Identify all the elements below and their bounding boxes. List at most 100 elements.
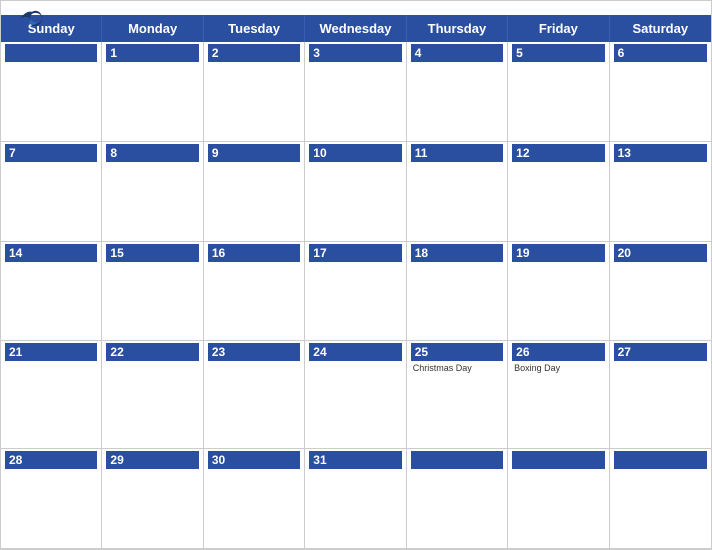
day-number bbox=[614, 460, 622, 464]
day-number: 27 bbox=[614, 343, 635, 361]
day-number-row: 7 bbox=[5, 144, 97, 162]
day-headers-row: SundayMondayTuesdayWednesdayThursdayFrid… bbox=[1, 15, 711, 42]
day-cell: 28 bbox=[1, 449, 102, 549]
day-number: 25 bbox=[411, 343, 432, 361]
day-cell: 30 bbox=[204, 449, 305, 549]
calendar: SundayMondayTuesdayWednesdayThursdayFrid… bbox=[0, 0, 712, 550]
holiday-name: Christmas Day bbox=[411, 363, 472, 373]
day-number-row: 20 bbox=[614, 244, 707, 262]
day-number: 15 bbox=[106, 244, 127, 262]
day-number-row: 22 bbox=[106, 343, 198, 361]
day-header-tuesday: Tuesday bbox=[204, 15, 305, 42]
day-cell: 5 bbox=[508, 42, 609, 142]
day-number-row: 30 bbox=[208, 451, 300, 469]
day-header-saturday: Saturday bbox=[610, 15, 711, 42]
day-number-row bbox=[5, 44, 97, 62]
day-cell: 20 bbox=[610, 242, 711, 342]
day-number-row: 11 bbox=[411, 144, 503, 162]
day-number-row bbox=[614, 451, 707, 469]
day-number: 23 bbox=[208, 343, 229, 361]
day-number bbox=[5, 53, 13, 57]
logo-area bbox=[17, 9, 51, 29]
day-number bbox=[512, 460, 520, 464]
day-number-row: 16 bbox=[208, 244, 300, 262]
day-number-row: 13 bbox=[614, 144, 707, 162]
day-number: 6 bbox=[614, 44, 629, 62]
holiday-name: Boxing Day bbox=[512, 363, 560, 373]
day-number: 12 bbox=[512, 144, 533, 162]
day-number: 22 bbox=[106, 343, 127, 361]
day-cell bbox=[610, 449, 711, 549]
day-number-row: 1 bbox=[106, 44, 198, 62]
day-cell: 7 bbox=[1, 142, 102, 242]
day-header-monday: Monday bbox=[102, 15, 203, 42]
day-number: 17 bbox=[309, 244, 330, 262]
day-number: 2 bbox=[208, 44, 223, 62]
day-cell: 13 bbox=[610, 142, 711, 242]
day-cell: 19 bbox=[508, 242, 609, 342]
day-cell: 25 Christmas Day bbox=[407, 341, 508, 449]
day-cell: 8 bbox=[102, 142, 203, 242]
day-cell: 6 bbox=[610, 42, 711, 142]
day-number: 24 bbox=[309, 343, 330, 361]
day-number: 16 bbox=[208, 244, 229, 262]
day-number-row: 2 bbox=[208, 44, 300, 62]
calendar-grid: 1234567891011121314151617181920212223242… bbox=[1, 42, 711, 549]
day-cell: 11 bbox=[407, 142, 508, 242]
day-cell: 18 bbox=[407, 242, 508, 342]
day-number: 3 bbox=[309, 44, 324, 62]
day-number-row: 21 bbox=[5, 343, 97, 361]
day-cell: 12 bbox=[508, 142, 609, 242]
day-cell: 21 bbox=[1, 341, 102, 449]
day-number-row: 4 bbox=[411, 44, 503, 62]
day-cell: 10 bbox=[305, 142, 406, 242]
day-number: 11 bbox=[411, 144, 432, 162]
day-number: 14 bbox=[5, 244, 26, 262]
day-cell: 27 bbox=[610, 341, 711, 449]
day-number-row: 3 bbox=[309, 44, 401, 62]
day-cell: 9 bbox=[204, 142, 305, 242]
day-number: 18 bbox=[411, 244, 432, 262]
day-number-row: 15 bbox=[106, 244, 198, 262]
day-number-row: 5 bbox=[512, 44, 604, 62]
day-header-thursday: Thursday bbox=[407, 15, 508, 42]
day-cell: 1 bbox=[102, 42, 203, 142]
day-number: 21 bbox=[5, 343, 26, 361]
day-number: 31 bbox=[309, 451, 330, 469]
day-cell: 29 bbox=[102, 449, 203, 549]
day-cell: 3 bbox=[305, 42, 406, 142]
day-number: 29 bbox=[106, 451, 127, 469]
day-number: 9 bbox=[208, 144, 223, 162]
day-number: 13 bbox=[614, 144, 635, 162]
day-cell: 22 bbox=[102, 341, 203, 449]
day-number-row: 8 bbox=[106, 144, 198, 162]
day-cell: 2 bbox=[204, 42, 305, 142]
day-number: 26 bbox=[512, 343, 533, 361]
day-number-row: 29 bbox=[106, 451, 198, 469]
day-number-row: 19 bbox=[512, 244, 604, 262]
day-number: 5 bbox=[512, 44, 527, 62]
day-number-row: 18 bbox=[411, 244, 503, 262]
day-number: 1 bbox=[106, 44, 121, 62]
day-number: 4 bbox=[411, 44, 426, 62]
day-number-row bbox=[512, 451, 604, 469]
day-number: 10 bbox=[309, 144, 330, 162]
day-number: 28 bbox=[5, 451, 26, 469]
day-cell: 31 bbox=[305, 449, 406, 549]
day-number-row: 6 bbox=[614, 44, 707, 62]
day-number: 7 bbox=[5, 144, 20, 162]
day-cell: 4 bbox=[407, 42, 508, 142]
day-number-row: 9 bbox=[208, 144, 300, 162]
day-number-row: 24 bbox=[309, 343, 401, 361]
day-cell: 24 bbox=[305, 341, 406, 449]
day-number-row: 27 bbox=[614, 343, 707, 361]
day-number-row: 28 bbox=[5, 451, 97, 469]
day-number: 30 bbox=[208, 451, 229, 469]
day-cell: 23 bbox=[204, 341, 305, 449]
day-cell: 17 bbox=[305, 242, 406, 342]
day-header-wednesday: Wednesday bbox=[305, 15, 406, 42]
day-number: 8 bbox=[106, 144, 121, 162]
day-number: 20 bbox=[614, 244, 635, 262]
day-number-row: 31 bbox=[309, 451, 401, 469]
day-number-row: 12 bbox=[512, 144, 604, 162]
